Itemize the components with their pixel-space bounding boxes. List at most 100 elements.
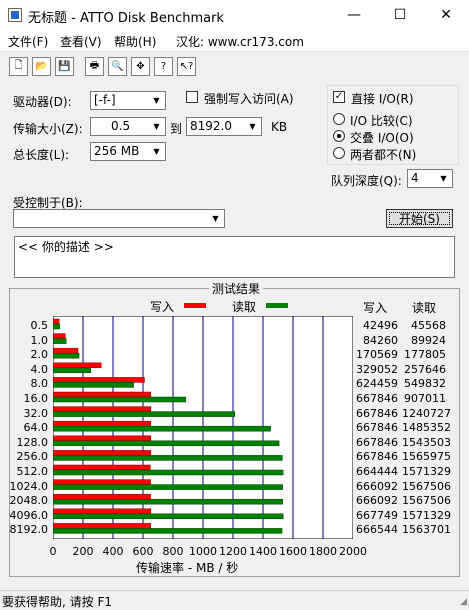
read-value: 1240727 bbox=[402, 406, 451, 420]
write-value: 624459 bbox=[356, 377, 398, 391]
new-icon: 🗋 bbox=[14, 60, 23, 71]
read-column-header: 读取 bbox=[412, 301, 437, 315]
drive-select[interactable]: [-f-] ▼ bbox=[90, 91, 166, 110]
write-bar bbox=[53, 435, 152, 442]
force-write-checkbox[interactable] bbox=[186, 91, 198, 103]
close-button[interactable]: ✕ bbox=[423, 0, 469, 30]
chevron-down-icon[interactable]: ▼ bbox=[208, 211, 223, 226]
context-help-button[interactable]: ↖? bbox=[177, 57, 196, 76]
write-value: 666092 bbox=[356, 494, 398, 508]
x-tick-label: 1600 bbox=[279, 545, 307, 558]
results-title: 测试结果 bbox=[209, 280, 264, 297]
category-label: 2.0 bbox=[30, 348, 49, 362]
legend-read-label: 读取 bbox=[232, 300, 257, 314]
legend-write-label: 写入 bbox=[150, 300, 175, 314]
total-length-value: 256 MB bbox=[94, 144, 140, 158]
x-tick-label: 1200 bbox=[219, 545, 247, 558]
category-label: 4.0 bbox=[30, 362, 49, 376]
category-label: 1024.0 bbox=[9, 479, 49, 493]
minimize-button[interactable]: — bbox=[331, 0, 377, 30]
read-bar bbox=[53, 528, 283, 534]
print-preview-button[interactable]: 🔍 bbox=[108, 57, 127, 76]
write-bar bbox=[53, 508, 152, 515]
start-button[interactable]: 开始(S) bbox=[386, 209, 453, 228]
resize-grip-icon[interactable]: ◢ bbox=[460, 597, 467, 607]
status-text: 要获得帮助, 请按 F1 bbox=[2, 595, 112, 609]
open-icon: 📂 bbox=[35, 61, 48, 72]
print-icon: 🖶 bbox=[89, 60, 100, 71]
write-value: 329052 bbox=[356, 362, 398, 376]
chevron-down-icon[interactable]: ▼ bbox=[245, 119, 260, 134]
read-bar bbox=[53, 498, 283, 505]
x-tick-label: 400 bbox=[102, 545, 124, 558]
total-length-select[interactable]: 256 MB ▼ bbox=[90, 142, 166, 161]
menu-view[interactable]: 查看(V) bbox=[60, 33, 102, 50]
x-tick-label: 800 bbox=[162, 545, 184, 558]
description-textarea[interactable]: << 你的描述 >> bbox=[14, 236, 455, 278]
new-button[interactable]: 🗋 bbox=[9, 57, 28, 76]
read-value: 45568 bbox=[411, 319, 446, 332]
read-bar bbox=[53, 367, 91, 374]
legend-write-swatch bbox=[184, 303, 206, 308]
help-icon: ? bbox=[160, 61, 167, 72]
read-bar bbox=[53, 382, 134, 388]
category-label: 256.0 bbox=[16, 450, 49, 464]
category-label: 64.0 bbox=[23, 421, 49, 435]
read-value: 1563701 bbox=[402, 523, 451, 537]
write-value: 667846 bbox=[356, 450, 398, 464]
x-tick-label: 200 bbox=[72, 545, 94, 558]
write-value: 667749 bbox=[356, 508, 398, 522]
read-bar bbox=[53, 513, 284, 520]
queue-depth-value: 4 bbox=[411, 171, 419, 185]
io-compare-label: I/O 比较(C) bbox=[350, 114, 413, 128]
chevron-down-icon[interactable]: ▼ bbox=[149, 119, 164, 134]
print-button[interactable]: 🖶 bbox=[85, 57, 104, 76]
transfer-from-select[interactable]: 0.5 ▼ bbox=[90, 117, 166, 136]
chevron-down-icon[interactable]: ▼ bbox=[149, 144, 164, 159]
menu-file[interactable]: 文件(F) bbox=[8, 33, 48, 50]
write-value: 667846 bbox=[356, 406, 398, 420]
move-button[interactable]: ✥ bbox=[131, 57, 150, 76]
read-value: 549832 bbox=[404, 377, 446, 391]
help-button[interactable]: ? bbox=[154, 57, 173, 76]
open-button[interactable]: 📂 bbox=[32, 57, 51, 76]
read-value: 1485352 bbox=[402, 421, 451, 435]
io-compare-radio[interactable] bbox=[333, 113, 345, 125]
category-label: 128.0 bbox=[16, 435, 49, 449]
save-button[interactable]: 💾 bbox=[55, 57, 74, 76]
move-icon: ✥ bbox=[136, 61, 145, 72]
write-bar bbox=[53, 377, 145, 383]
description-text: << 你的描述 >> bbox=[18, 240, 114, 254]
x-tick-label: 600 bbox=[132, 545, 154, 558]
transfer-from-value: 0.5 bbox=[111, 119, 131, 133]
app-icon bbox=[8, 8, 22, 22]
controlled-by-select[interactable]: ▼ bbox=[13, 209, 225, 228]
kb-label: KB bbox=[271, 120, 288, 134]
write-column-header: 写入 bbox=[363, 301, 388, 315]
overlap-io-label: 交叠 I/O(O) bbox=[350, 131, 414, 145]
write-bar bbox=[53, 318, 60, 325]
menu-translation[interactable]: 汉化: www.cr173.com bbox=[176, 33, 304, 50]
neither-radio[interactable] bbox=[333, 147, 345, 159]
read-value: 1543503 bbox=[402, 435, 451, 449]
chevron-down-icon[interactable]: ▼ bbox=[436, 171, 451, 186]
read-value: 1571329 bbox=[402, 508, 451, 522]
write-value: 42496 bbox=[363, 319, 398, 332]
window-title: 无标题 - ATTO Disk Benchmark bbox=[28, 11, 224, 26]
force-write-label: 强制写入访问(A) bbox=[204, 92, 294, 106]
read-bar bbox=[53, 396, 187, 403]
menu-help[interactable]: 帮助(H) bbox=[114, 33, 156, 50]
transfer-to-select[interactable]: 8192.0 ▼ bbox=[186, 117, 262, 136]
write-value: 666544 bbox=[356, 523, 398, 537]
write-bar bbox=[53, 362, 102, 369]
maximize-button[interactable]: ☐ bbox=[377, 0, 423, 30]
write-bar bbox=[53, 464, 151, 471]
queue-depth-select[interactable]: 4 ▼ bbox=[407, 169, 453, 188]
write-value: 666092 bbox=[356, 479, 398, 493]
read-bar bbox=[53, 440, 280, 447]
chevron-down-icon[interactable]: ▼ bbox=[149, 93, 164, 108]
read-value: 257646 bbox=[404, 362, 446, 376]
total-length-label: 总长度(L): bbox=[13, 148, 70, 162]
direct-io-checkbox[interactable]: ✓ bbox=[333, 91, 345, 103]
overlap-io-radio[interactable] bbox=[333, 130, 345, 142]
